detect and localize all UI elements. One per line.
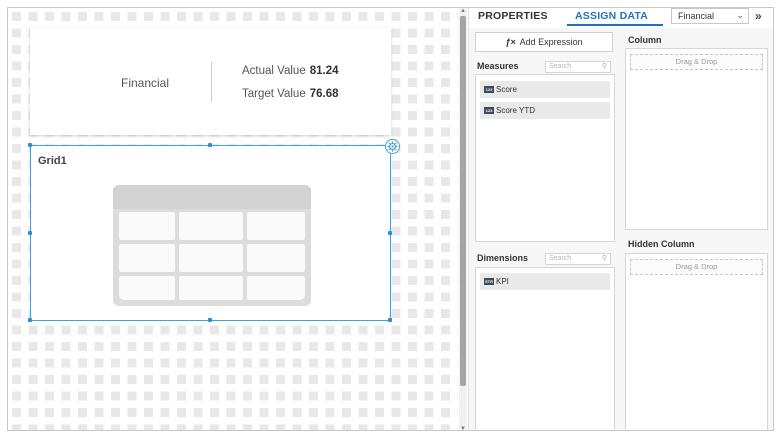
active-tab-indicator [567, 24, 663, 26]
grid-placeholder-cell [247, 276, 305, 300]
string-type-icon: STR [484, 278, 494, 285]
resize-handle-left[interactable] [28, 231, 32, 235]
add-expression-label: Add Expression [519, 37, 583, 47]
chevron-down-icon: ⌄ [736, 10, 744, 20]
dimensions-search-placeholder: Search [549, 255, 572, 262]
grid-widget[interactable]: Grid1 [28, 139, 400, 322]
measures-label: Measures [477, 61, 519, 71]
kpi-actual-value: 81.24 [309, 65, 339, 77]
hidden-column-label: Hidden Column [628, 239, 695, 249]
side-panel: PROPERTIES ASSIGN DATA Financial ⌄ » ƒ× A… [468, 8, 773, 430]
kpi-target-row: Target Value 76.68 [242, 88, 339, 100]
dimensions-list: STR KPI [475, 267, 615, 430]
search-icon: ⚲ [601, 255, 607, 262]
kpi-actual-label: Actual Value [242, 65, 306, 77]
function-icon: ƒ× [505, 37, 516, 47]
measures-list: 123 Score 123 Score YTD [475, 74, 615, 242]
kpi-divider [211, 62, 212, 102]
kpi-title: Financial [121, 76, 170, 90]
kpi-actual-row: Actual Value 81.24 [242, 65, 339, 77]
app-frame: Financial Actual Value 81.24 Target Value… [7, 7, 774, 431]
hidden-column-drop-target[interactable]: Drag & Drop [630, 259, 763, 275]
measure-item-label: Score YTD [496, 106, 535, 115]
column-label: Column [628, 35, 662, 45]
panel-tabs: PROPERTIES ASSIGN DATA Financial ⌄ » [469, 8, 773, 28]
dimension-item-kpi[interactable]: STR KPI [480, 273, 610, 290]
search-icon: ⚲ [601, 63, 607, 70]
tab-assign-data[interactable]: ASSIGN DATA [575, 10, 648, 22]
grid-placeholder-cell [119, 276, 175, 300]
datasource-select[interactable]: Financial ⌄ [671, 8, 749, 24]
grid-placeholder-cell [247, 212, 305, 240]
column-drop-zone[interactable]: Drag & Drop [625, 48, 768, 230]
resize-handle-top-left[interactable] [28, 143, 32, 147]
resize-handle-bottom[interactable] [208, 318, 212, 322]
grid-placeholder-cell [119, 212, 175, 240]
resize-handle-top[interactable] [208, 143, 212, 147]
measure-item-score-ytd[interactable]: 123 Score YTD [480, 102, 610, 119]
resize-handle-right[interactable] [388, 231, 392, 235]
collapse-panel-icon[interactable]: » [755, 9, 762, 23]
canvas-scrollbar-thumb[interactable] [460, 16, 466, 386]
canvas-scrollbar[interactable]: ▲ ▼ [459, 8, 467, 430]
tab-properties[interactable]: PROPERTIES [478, 10, 548, 22]
kpi-target-value: 76.68 [309, 88, 339, 100]
gear-icon [387, 141, 398, 152]
grid-placeholder-header [113, 185, 311, 209]
dimensions-search-input[interactable]: Search ⚲ [545, 253, 611, 265]
numeric-type-icon: 123 [484, 86, 494, 93]
scroll-up-arrow-icon[interactable]: ▲ [460, 8, 466, 14]
numeric-type-icon: 123 [484, 107, 494, 114]
measures-search-placeholder: Search [549, 63, 572, 70]
grid-widget-title: Grid1 [38, 155, 67, 167]
add-expression-button[interactable]: ƒ× Add Expression [475, 32, 613, 52]
grid-placeholder-icon [113, 185, 311, 306]
kpi-target-label: Target Value [242, 88, 306, 100]
grid-placeholder-cell [119, 244, 175, 272]
datasource-select-value: Financial [678, 11, 715, 21]
grid-placeholder-cell [179, 276, 243, 300]
widget-settings-button[interactable] [385, 139, 400, 154]
measures-search-input[interactable]: Search ⚲ [545, 61, 611, 73]
dimensions-label: Dimensions [477, 253, 529, 263]
scroll-down-arrow-icon[interactable]: ▼ [460, 426, 466, 430]
dimension-item-label: KPI [496, 277, 509, 286]
column-drop-target[interactable]: Drag & Drop [630, 54, 763, 70]
measure-item-score[interactable]: 123 Score [480, 81, 610, 98]
dashboard-canvas[interactable]: Financial Actual Value 81.24 Target Value… [8, 8, 458, 430]
measure-item-label: Score [496, 85, 517, 94]
kpi-widget[interactable]: Financial Actual Value 81.24 Target Value… [30, 28, 391, 135]
grid-placeholder-cell [179, 244, 243, 272]
resize-handle-bottom-left[interactable] [28, 318, 32, 322]
grid-placeholder-cell [179, 212, 243, 240]
hidden-column-drop-zone[interactable]: Drag & Drop [625, 253, 768, 430]
grid-placeholder-cell [247, 244, 305, 272]
resize-handle-bottom-right[interactable] [388, 318, 392, 322]
